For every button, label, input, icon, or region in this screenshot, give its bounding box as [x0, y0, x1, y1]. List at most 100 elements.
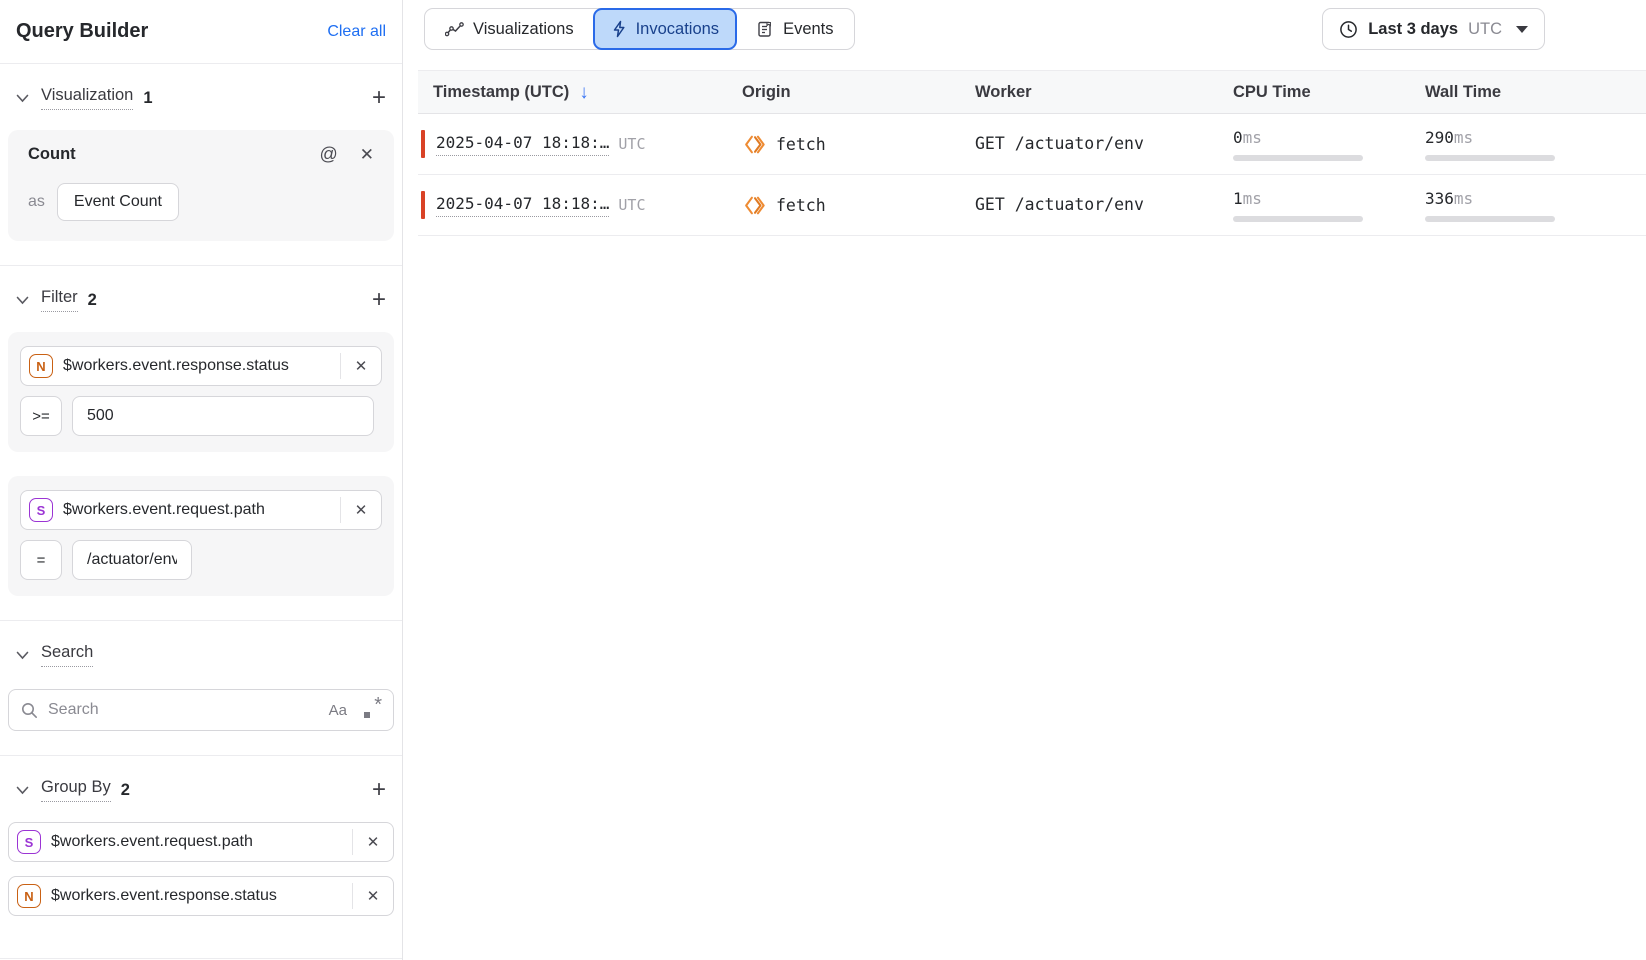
timestamp-value[interactable]: 2025-04-07 18:18:… [436, 194, 609, 217]
wall-time-cell: 290ms [1425, 128, 1646, 161]
error-indicator-bar [421, 191, 425, 219]
column-header-worker: Worker [975, 83, 1233, 102]
wall-time-unit: ms [1454, 128, 1473, 147]
number-type-icon: N [29, 354, 53, 378]
group-by-section-header: Group By 2 + [0, 756, 402, 812]
view-tab-group: Visualizations Invocations Events [424, 8, 855, 50]
time-range-button[interactable]: Last 3 days UTC [1322, 8, 1545, 50]
table-row[interactable]: 2025-04-07 18:18:… UTC fetch GET /actuat… [418, 114, 1646, 175]
filter-card: S $workers.event.request.path ✕ = [8, 476, 394, 596]
wall-time-bar [1425, 216, 1555, 222]
cpu-time-unit: ms [1243, 128, 1262, 147]
column-label: Timestamp (UTC) [433, 83, 569, 102]
cpu-time-cell: 1ms [1233, 189, 1425, 222]
remove-filter-icon[interactable]: ✕ [341, 357, 381, 375]
cpu-time-unit: ms [1243, 189, 1262, 208]
clear-all-link[interactable]: Clear all [327, 23, 386, 41]
search-box: Aa * [8, 689, 394, 731]
remove-group-by-icon[interactable]: ✕ [353, 833, 393, 851]
filter-value-input[interactable] [72, 540, 192, 580]
origin-cell: fetch [742, 132, 975, 157]
worker-value: GET /actuator/env [975, 195, 1144, 214]
tab-label: Visualizations [473, 20, 574, 39]
add-visualization-button[interactable]: + [372, 89, 386, 107]
lightning-icon [611, 20, 627, 38]
visualization-card: Count @ ✕ as Event Count [8, 130, 394, 241]
visualization-section-label[interactable]: Visualization [41, 86, 133, 110]
column-header-timestamp[interactable]: Timestamp (UTC) ↓ [418, 83, 742, 102]
group-by-field-select[interactable]: N $workers.event.response.status ✕ [8, 876, 394, 916]
search-section-header: Search [0, 621, 402, 677]
document-icon [756, 20, 774, 38]
group-by-field-name: $workers.event.request.path [51, 833, 352, 851]
origin-value: fetch [776, 196, 826, 215]
column-header-wall-time: Wall Time [1425, 83, 1646, 102]
cpu-time-value: 1 [1233, 189, 1243, 208]
caret-down-icon [1516, 26, 1528, 33]
column-header-origin: Origin [742, 83, 975, 102]
worker-value: GET /actuator/env [975, 134, 1144, 153]
filter-card: N $workers.event.response.status ✕ >= [8, 332, 394, 452]
clock-icon [1339, 20, 1358, 39]
filter-field-select[interactable]: N $workers.event.response.status ✕ [20, 346, 382, 386]
workers-observability-app: Query Builder Clear all Visualization 1 … [0, 0, 1646, 960]
tab-events[interactable]: Events [736, 9, 853, 49]
wall-time-value: 290 [1425, 128, 1454, 147]
string-type-icon: S [29, 498, 53, 522]
time-range-label: Last 3 days [1368, 20, 1458, 39]
visualization-count: 1 [143, 89, 152, 108]
results-panel: Visualizations Invocations Events [403, 0, 1646, 960]
add-filter-button[interactable]: + [372, 291, 386, 309]
main-header: Visualizations Invocations Events [403, 0, 1646, 56]
wall-time-cell: 336ms [1425, 189, 1646, 222]
add-group-by-button[interactable]: + [372, 781, 386, 799]
group-by-section-label[interactable]: Group By [41, 778, 111, 802]
group-by-field-name: $workers.event.response.status [51, 887, 352, 905]
visualization-alias-button[interactable]: Event Count [57, 183, 179, 221]
wall-time-value: 336 [1425, 189, 1454, 208]
chevron-down-icon[interactable] [16, 786, 29, 795]
visualization-section-header: Visualization 1 + [0, 64, 402, 120]
wall-time-unit: ms [1454, 189, 1473, 208]
filter-field-name: $workers.event.request.path [63, 501, 340, 519]
filter-section-header: Filter 2 + [0, 266, 402, 322]
match-case-icon[interactable]: Aa [329, 702, 347, 719]
filter-count: 2 [88, 291, 97, 310]
remove-filter-icon[interactable]: ✕ [341, 501, 381, 519]
table-row[interactable]: 2025-04-07 18:18:… UTC fetch GET /actuat… [418, 175, 1646, 236]
column-header-cpu-time: CPU Time [1233, 83, 1425, 102]
filter-field-select[interactable]: S $workers.event.request.path ✕ [20, 490, 382, 530]
regex-icon[interactable]: * [363, 701, 381, 719]
as-label: as [28, 193, 45, 211]
chevron-down-icon[interactable] [16, 651, 29, 660]
cpu-time-value: 0 [1233, 128, 1243, 147]
filter-value-input[interactable] [72, 396, 374, 436]
tab-label: Invocations [636, 20, 719, 39]
chevron-down-icon[interactable] [16, 296, 29, 305]
remove-group-by-icon[interactable]: ✕ [353, 887, 393, 905]
sidebar-header: Query Builder Clear all [0, 0, 402, 63]
search-input[interactable] [48, 701, 329, 719]
number-type-icon: N [17, 884, 41, 908]
worker-cell: GET /actuator/env [975, 134, 1233, 154]
table-header-row: Timestamp (UTC) ↓ Origin Worker CPU Time… [418, 70, 1646, 114]
cpu-time-bar [1233, 155, 1363, 161]
timestamp-value[interactable]: 2025-04-07 18:18:… [436, 133, 609, 156]
workers-fetch-icon [742, 193, 767, 218]
filter-operator-select[interactable]: = [20, 540, 62, 580]
tab-visualizations[interactable]: Visualizations [425, 9, 594, 49]
filter-operator-select[interactable]: >= [20, 396, 62, 436]
remove-visualization-icon[interactable]: ✕ [360, 145, 374, 165]
group-by-field-select[interactable]: S $workers.event.request.path ✕ [8, 822, 394, 862]
at-icon[interactable]: @ [319, 144, 337, 165]
filter-section-label[interactable]: Filter [41, 288, 78, 312]
origin-value: fetch [776, 135, 826, 154]
tab-invocations[interactable]: Invocations [593, 8, 737, 50]
chevron-down-icon[interactable] [16, 94, 29, 103]
invocations-table: Timestamp (UTC) ↓ Origin Worker CPU Time… [418, 70, 1646, 236]
sort-desc-icon: ↓ [579, 83, 589, 102]
wall-time-bar [1425, 155, 1555, 161]
search-section-label[interactable]: Search [41, 643, 93, 667]
worker-cell: GET /actuator/env [975, 195, 1233, 215]
timestamp-timezone: UTC [618, 196, 645, 214]
